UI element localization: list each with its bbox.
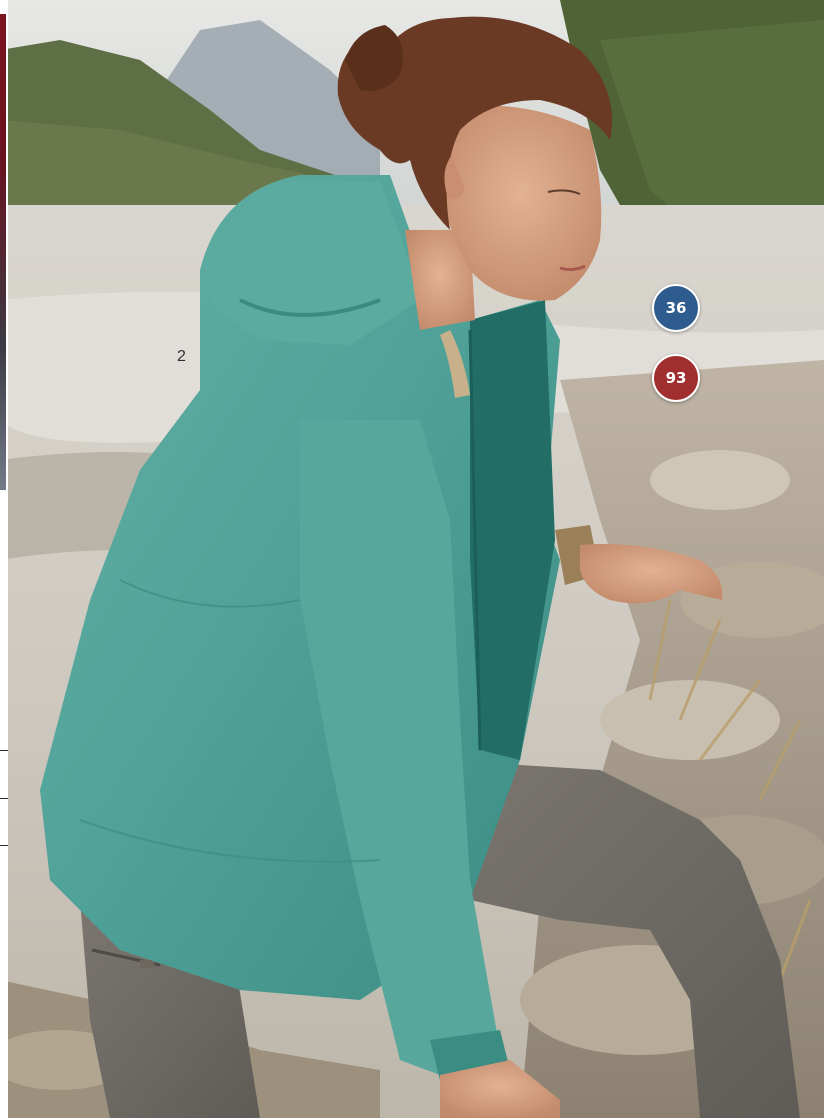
page-number: 2 [177,348,186,365]
edge-rule [0,798,8,799]
left-edge-accent [0,14,6,490]
edge-rule [0,750,8,751]
product-hotspot-93[interactable]: 93 [652,354,700,402]
catalog-page: 2 36 93 [0,0,824,1118]
left-edge-strip [0,0,8,1118]
edge-rule [0,845,8,846]
lifestyle-photo [0,0,824,1118]
hotspot-label: 36 [665,299,687,317]
product-hotspot-36[interactable]: 36 [652,284,700,332]
hotspot-label: 93 [665,369,687,387]
